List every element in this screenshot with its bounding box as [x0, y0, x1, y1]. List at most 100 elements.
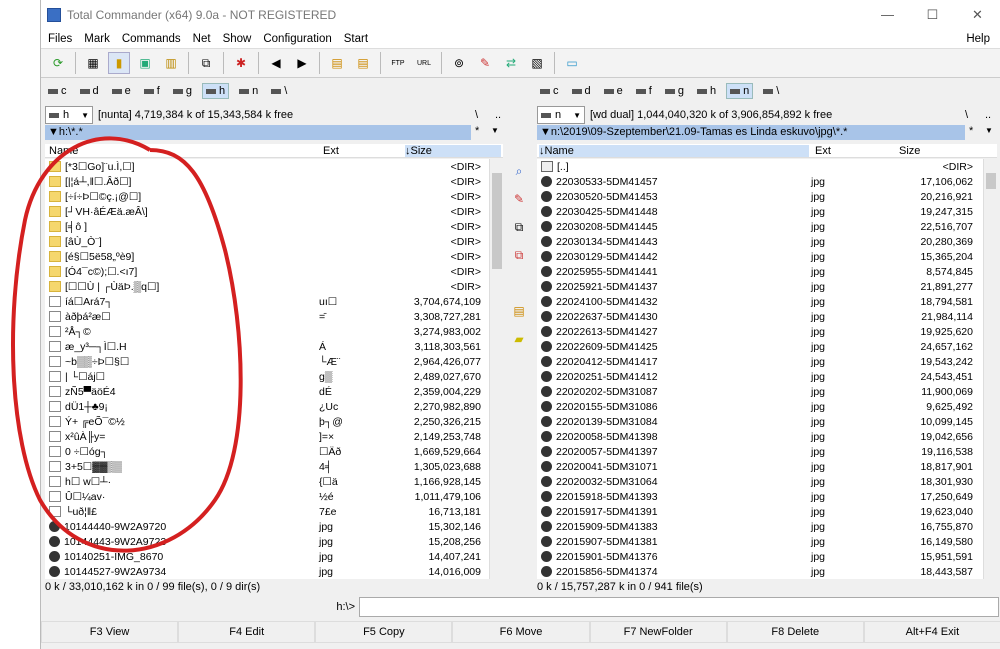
- left-file-row[interactable]: [é§☐5ë58„ºè9] <DIR>: [45, 249, 489, 264]
- branch-icon[interactable]: ⧉: [195, 52, 217, 74]
- right-drive-d[interactable]: d: [569, 84, 594, 98]
- right-file-row[interactable]: 22030425-5DM41448 jpg 19,247,315: [537, 204, 983, 219]
- compare-icon[interactable]: ▥: [160, 52, 182, 74]
- left-file-row[interactable]: [Ó4¯c©);☐.<ı7] <DIR>: [45, 264, 489, 279]
- right-drive-g[interactable]: g: [662, 84, 687, 98]
- left-drive-n[interactable]: n: [236, 84, 261, 98]
- right-file-row[interactable]: 22022609-5DM41425 jpg 24,657,162: [537, 339, 983, 354]
- right-file-row[interactable]: 22015909-5DM41383 jpg 16,755,870: [537, 519, 983, 534]
- left-file-row[interactable]: [|¦á┴,‖☐.Âð☐] <DIR>: [45, 174, 489, 189]
- right-file-row[interactable]: 22015917-5DM41391 jpg 19,623,040: [537, 504, 983, 519]
- right-parent-button[interactable]: ..: [985, 109, 991, 121]
- altf4-exit-button[interactable]: Alt+F4 Exit: [863, 621, 1000, 643]
- right-file-row[interactable]: 22030134-5DM41443 jpg 20,280,369: [537, 234, 983, 249]
- f5-copy-button[interactable]: F5 Copy: [315, 621, 453, 643]
- left-file-row[interactable]: ²Å┐© 3,274,983,002: [45, 324, 489, 339]
- right-header-name[interactable]: ↓Name: [539, 144, 809, 157]
- left-drive-network[interactable]: \: [268, 84, 290, 98]
- url-icon[interactable]: URL: [413, 52, 435, 74]
- notepad-icon[interactable]: ▭: [561, 52, 583, 74]
- thumbnail-icon[interactable]: ▣: [134, 52, 156, 74]
- right-history-star[interactable]: *: [969, 125, 973, 137]
- left-file-row[interactable]: dÜ1┼♣9¡ ¿Uc 2,270,982,890: [45, 399, 489, 414]
- right-drive-select[interactable]: n ▼: [537, 106, 585, 124]
- right-file-row[interactable]: 22015901-5DM41376 jpg 15,951,591: [537, 549, 983, 564]
- right-file-row[interactable]: 22030208-5DM41445 jpg 22,516,707: [537, 219, 983, 234]
- menu-help[interactable]: Help: [966, 33, 990, 45]
- right-file-row[interactable]: 22020058-5DM41398 jpg 19,042,656: [537, 429, 983, 444]
- minimize-button[interactable]: —: [865, 7, 910, 23]
- left-history-arrow[interactable]: ▼: [491, 126, 499, 135]
- right-history-arrow[interactable]: ▼: [985, 126, 993, 135]
- right-file-row[interactable]: 22020155-5DM31086 jpg 9,625,492: [537, 399, 983, 414]
- left-drive-e[interactable]: e: [109, 84, 134, 98]
- left-file-row[interactable]: 10144440-9W2A9720 jpg 15,302,146: [45, 519, 489, 534]
- left-root-button[interactable]: \: [475, 109, 478, 121]
- left-file-row[interactable]: æ_y³─┐Ì☐.H Á 3,118,303,561: [45, 339, 489, 354]
- left-file-row[interactable]: 0 ÷☐óg┐ ☐Äð 1,669,529,664: [45, 444, 489, 459]
- right-file-row[interactable]: 22030533-5DM41457 jpg 17,106,062: [537, 174, 983, 189]
- right-file-row[interactable]: 22020057-5DM41397 jpg 19,116,538: [537, 444, 983, 459]
- right-file-row[interactable]: 22020041-5DM31071 jpg 18,817,901: [537, 459, 983, 474]
- left-history-star[interactable]: *: [475, 125, 479, 137]
- brief-view-icon[interactable]: ▦: [82, 52, 104, 74]
- right-file-row[interactable]: 22020032-5DM31064 jpg 18,301,930: [537, 474, 983, 489]
- menu-start[interactable]: Start: [344, 33, 368, 45]
- left-header-size[interactable]: ↓Size: [405, 144, 501, 157]
- menu-configuration[interactable]: Configuration: [263, 33, 331, 45]
- refresh-icon[interactable]: ⟳: [47, 52, 69, 74]
- right-file-row[interactable]: 22025955-5DM41441 jpg 8,574,845: [537, 264, 983, 279]
- sync-dirs-icon[interactable]: ⇄: [500, 52, 522, 74]
- right-file-row[interactable]: 22020251-5DM41412 jpg 24,543,451: [537, 369, 983, 384]
- menu-files[interactable]: Files: [48, 33, 72, 45]
- right-drive-network[interactable]: \: [760, 84, 782, 98]
- right-drive-e[interactable]: e: [601, 84, 626, 98]
- f8-delete-button[interactable]: F8 Delete: [726, 621, 864, 643]
- right-file-row[interactable]: 22024100-5DM41432 jpg 18,794,581: [537, 294, 983, 309]
- left-file-row[interactable]: h☐ w☐┴· {☐ä 1,166,928,145: [45, 474, 489, 489]
- multi-rename-icon[interactable]: ✎: [474, 52, 496, 74]
- f3-view-button[interactable]: F3 View: [41, 621, 179, 643]
- right-header-size[interactable]: Size: [899, 145, 920, 157]
- right-file-row[interactable]: 22015918-5DM41393 jpg 17,250,649: [537, 489, 983, 504]
- menu-net[interactable]: Net: [193, 33, 211, 45]
- ftp-icon[interactable]: FTP: [387, 52, 409, 74]
- left-scrollbar[interactable]: [489, 159, 503, 579]
- tree-view-icon[interactable]: ▮: [108, 52, 130, 74]
- f6-move-button[interactable]: F6 Move: [452, 621, 590, 643]
- move-icon[interactable]: ⧉: [511, 248, 527, 264]
- target-icon[interactable]: ✱: [230, 52, 252, 74]
- left-parent-button[interactable]: ..: [495, 109, 501, 121]
- right-drive-n[interactable]: n: [726, 83, 754, 99]
- unpack-icon[interactable]: ▤: [352, 52, 374, 74]
- f7-newfolder-button[interactable]: F7 NewFolder: [589, 621, 727, 643]
- left-file-list[interactable]: [*3☐Go]¨u.Ì,☐] <DIR> [|¦á┴,‖☐.Âð☐] <DIR> [÷í…: [45, 159, 489, 579]
- pack-side-icon[interactable]: ▤: [511, 304, 527, 320]
- menu-commands[interactable]: Commands: [122, 33, 181, 45]
- left-file-row[interactable]: [┘VH·âÉÆä.æÂ\] <DIR>: [45, 204, 489, 219]
- left-file-row[interactable]: Û☐¼av· ½é 1,011,479,106: [45, 489, 489, 504]
- forward-icon[interactable]: ▶: [291, 52, 313, 74]
- right-file-list[interactable]: [..] <DIR> 22030533-5DM41457 jpg 17,106,062 2…: [537, 159, 983, 579]
- right-file-row[interactable]: 22020412-5DM41417 jpg 19,543,242: [537, 354, 983, 369]
- left-file-row[interactable]: [*3☐Go]¨u.Ì,☐] <DIR>: [45, 159, 489, 174]
- right-file-row[interactable]: 22020202-5DM31087 jpg 11,900,069: [537, 384, 983, 399]
- left-file-row[interactable]: 10144527-9W2A9734 jpg 14,016,009: [45, 564, 489, 579]
- view-icon[interactable]: ⌕: [511, 164, 527, 180]
- right-file-row[interactable]: 22022637-5DM41430 jpg 21,984,114: [537, 309, 983, 324]
- left-drive-g[interactable]: g: [170, 84, 195, 98]
- left-drive-d[interactable]: d: [77, 84, 102, 98]
- left-file-row[interactable]: [☐☐Ù | ┌ÙäÞ.▒q☐] <DIR>: [45, 279, 489, 294]
- new-folder-icon[interactable]: ▰: [511, 332, 527, 348]
- left-file-row[interactable]: Ý+ ╔eÕ¯©½ þ┐@ 2,250,326,215: [45, 414, 489, 429]
- copy-names-icon[interactable]: ▧: [526, 52, 548, 74]
- left-file-row[interactable]: íá☐Ará7┐ uı☐ 3,704,674,109: [45, 294, 489, 309]
- left-drive-h[interactable]: h: [201, 83, 230, 99]
- left-file-row[interactable]: ~b▒▒÷Þ☐§☐ └Æ¨ 2,964,426,077: [45, 354, 489, 369]
- left-drive-select[interactable]: h ▼: [45, 106, 93, 124]
- left-file-row[interactable]: àðþá²æ☐ =̄ 3,308,727,281: [45, 309, 489, 324]
- search-icon[interactable]: ⊚: [448, 52, 470, 74]
- right-file-row[interactable]: 22025921-5DM41437 jpg 21,891,277: [537, 279, 983, 294]
- right-file-row[interactable]: 22022613-5DM41427 jpg 19,925,620: [537, 324, 983, 339]
- right-drive-h[interactable]: h: [694, 84, 719, 98]
